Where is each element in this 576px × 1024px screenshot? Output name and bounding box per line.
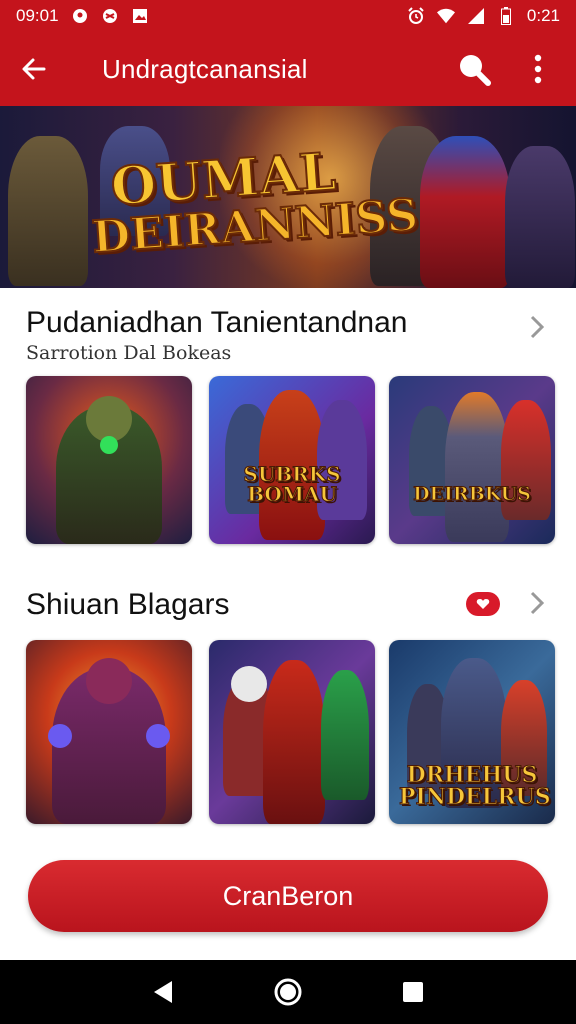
nav-home-button[interactable] xyxy=(270,974,306,1010)
hero-banner[interactable]: OUMAL DEIRANNISS xyxy=(0,106,576,288)
game-card-caption: DEIRBKUS xyxy=(413,483,532,505)
section-1: Pudaniadhan Tanientandnan Sarrotion Dal … xyxy=(0,288,576,558)
section-2-more[interactable] xyxy=(526,588,548,618)
banner-hero-heroine xyxy=(420,136,510,288)
section-2-title[interactable]: Shiuan Blagars xyxy=(26,588,229,622)
search-icon xyxy=(460,55,491,86)
section-1-subtitle: Sarrotion Dal Bokeas xyxy=(26,342,232,364)
chevron-right-icon xyxy=(530,315,545,339)
status-bar: 09:01 0:21 xyxy=(0,0,576,32)
signal-icon xyxy=(467,7,485,25)
app-bar: Undragtcanansial xyxy=(0,32,576,106)
banner-hero-far-right xyxy=(505,146,575,288)
location-icon xyxy=(71,7,89,25)
primary-cta-button[interactable]: CranBeron xyxy=(28,860,548,932)
app-title: Undragtcanansial xyxy=(102,53,308,84)
search-button[interactable] xyxy=(452,47,496,91)
wifi-icon xyxy=(436,7,455,25)
section-1-title[interactable]: Pudaniadhan Tanientandnan xyxy=(26,306,407,340)
heart-icon xyxy=(476,599,490,609)
more-vert-icon xyxy=(534,54,542,84)
battery-icon xyxy=(497,7,515,25)
game-card[interactable]: DEIRBKUS xyxy=(389,376,555,544)
status-time-right: 0:21 xyxy=(526,6,560,25)
game-card-caption: DRHEHUS PINDELRUS xyxy=(399,762,552,810)
banner-hero-left xyxy=(8,136,88,286)
home-circle-icon xyxy=(274,978,302,1006)
recents-square-icon xyxy=(403,982,424,1002)
more-options-button[interactable] xyxy=(516,47,560,91)
game-card[interactable] xyxy=(26,376,192,544)
image-icon xyxy=(131,7,149,25)
game-card[interactable]: SUBRKS BOMAU xyxy=(209,376,375,544)
game-controller-icon xyxy=(101,7,119,25)
nav-recents-button[interactable] xyxy=(395,974,431,1010)
section-1-more[interactable] xyxy=(526,312,548,342)
game-card[interactable]: DRHEHUS PINDELRUS xyxy=(389,640,555,824)
nav-back-button[interactable] xyxy=(145,974,181,1010)
alarm-icon xyxy=(407,7,425,25)
game-card-caption: SUBRKS BOMAU xyxy=(243,462,341,506)
system-nav-bar xyxy=(0,960,576,1024)
status-time-left: 09:01 xyxy=(16,6,59,25)
game-card[interactable] xyxy=(209,640,375,824)
back-arrow-icon xyxy=(22,58,46,80)
back-button[interactable] xyxy=(10,45,58,93)
game-card[interactable] xyxy=(26,640,192,824)
chevron-right-icon xyxy=(530,591,545,615)
section-2-badge xyxy=(466,592,500,616)
section-2: Shiuan Blagars DRHEHUS PINDELRUS xyxy=(0,572,576,832)
back-triangle-icon xyxy=(153,981,172,1003)
banner-logo: OUMAL DEIRANNISS xyxy=(87,140,420,264)
